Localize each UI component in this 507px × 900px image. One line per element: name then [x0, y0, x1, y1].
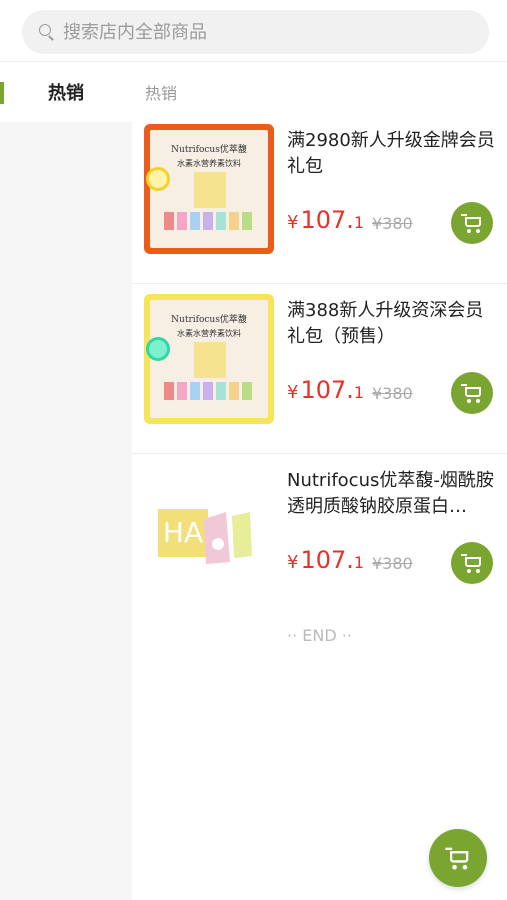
add-to-cart-button[interactable] [451, 542, 493, 584]
search-input[interactable] [63, 21, 443, 43]
sidebar-item-hot[interactable]: 热销 [0, 62, 132, 122]
product-price: ¥107.1 [287, 546, 365, 574]
svg-text:Nutrifocus优萃馥: Nutrifocus优萃馥 [171, 313, 247, 325]
original-price: ¥380 [372, 384, 413, 403]
search-icon [39, 24, 55, 41]
original-price: ¥380 [372, 554, 413, 573]
add-to-cart-button[interactable] [451, 372, 493, 414]
list-item[interactable]: Nutrifocus优萃馥 水素水营养素饮料 满2980新人升级金牌会员礼包 ¥… [132, 114, 507, 284]
product-price: ¥107.1 [287, 376, 365, 404]
product-name[interactable]: 满2980新人升级金牌会员礼包 [287, 128, 497, 180]
active-indicator [0, 82, 4, 104]
product-price: ¥107.1 [287, 206, 365, 234]
sidebar-item-label: 热销 [48, 83, 84, 104]
list-item[interactable]: HA Nutrifocus优萃馥-烟酰胺透明质酸钠胶原蛋白… ¥107.1 ¥3… [132, 454, 507, 624]
product-name[interactable]: 满388新人升级资深会员礼包（预售） [287, 298, 497, 350]
cart-icon [461, 213, 483, 233]
add-to-cart-button[interactable] [451, 202, 493, 244]
product-image[interactable]: HA [144, 464, 274, 594]
original-price: ¥380 [372, 214, 413, 233]
search-header [0, 0, 507, 62]
cart-icon [445, 847, 470, 870]
svg-text:Nutrifocus优萃馥: Nutrifocus优萃馥 [171, 143, 247, 155]
cart-icon [461, 383, 483, 403]
product-name[interactable]: Nutrifocus优萃馥-烟酰胺透明质酸钠胶原蛋白… [287, 468, 497, 520]
search-bar[interactable] [22, 10, 489, 54]
section-title: 热销 [145, 84, 178, 103]
end-of-list-text: ·· END ·· [287, 626, 352, 645]
product-image[interactable]: Nutrifocus优萃馥 水素水营养素饮料 [144, 124, 274, 254]
list-item[interactable]: Nutrifocus优萃馥 水素水营养素饮料 满388新人升级资深会员礼包（预售… [132, 284, 507, 454]
svg-text:HA: HA [163, 516, 203, 549]
product-list: 热销 Nutrifocus优萃馥 水素水营养素饮料 满2980新人升级金牌会员礼… [132, 62, 507, 900]
cart-icon [461, 553, 483, 573]
product-image[interactable]: Nutrifocus优萃馥 水素水营养素饮料 [144, 294, 274, 424]
svg-text:水素水营养素饮料: 水素水营养素饮料 [177, 328, 241, 338]
svg-text:水素水营养素饮料: 水素水营养素饮料 [177, 158, 241, 168]
cart-fab-button[interactable] [429, 829, 487, 887]
category-sidebar: 热销 [0, 62, 132, 900]
